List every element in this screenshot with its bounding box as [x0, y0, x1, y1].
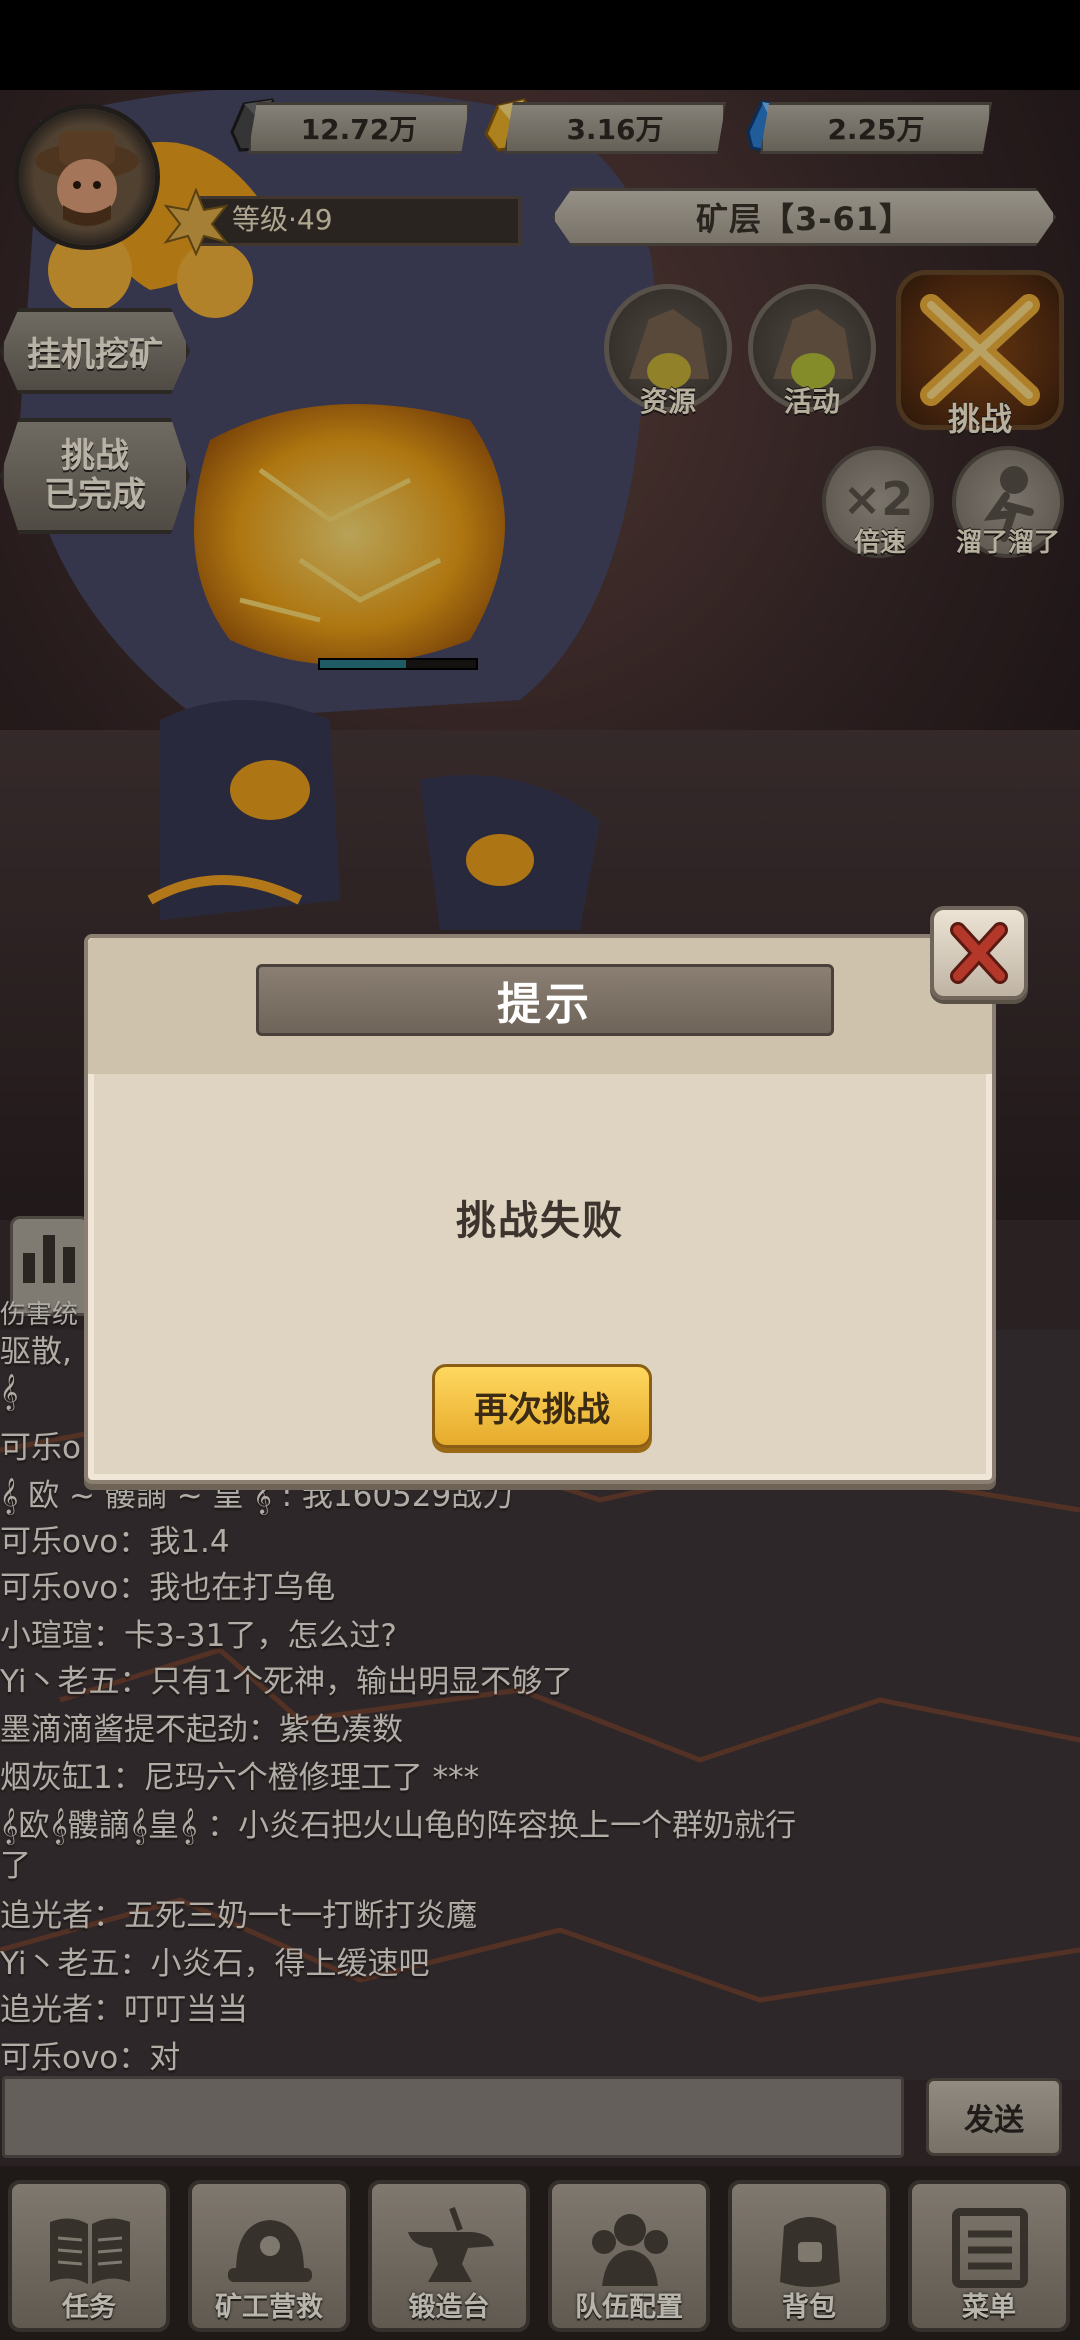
dialog-message: 挑战失败 — [456, 1198, 624, 1244]
retry-challenge-label: 再次挑战 — [474, 1389, 610, 1430]
dialog-close-button[interactable] — [930, 906, 1028, 1000]
close-icon — [950, 922, 1008, 984]
retry-challenge-button[interactable]: 再次挑战 — [432, 1364, 652, 1448]
dialog-title: 提示 — [256, 964, 834, 1036]
challenge-result-dialog: 提示 挑战失败 再次挑战 — [84, 934, 996, 1484]
dialog-title-text: 提示 — [497, 979, 593, 1030]
